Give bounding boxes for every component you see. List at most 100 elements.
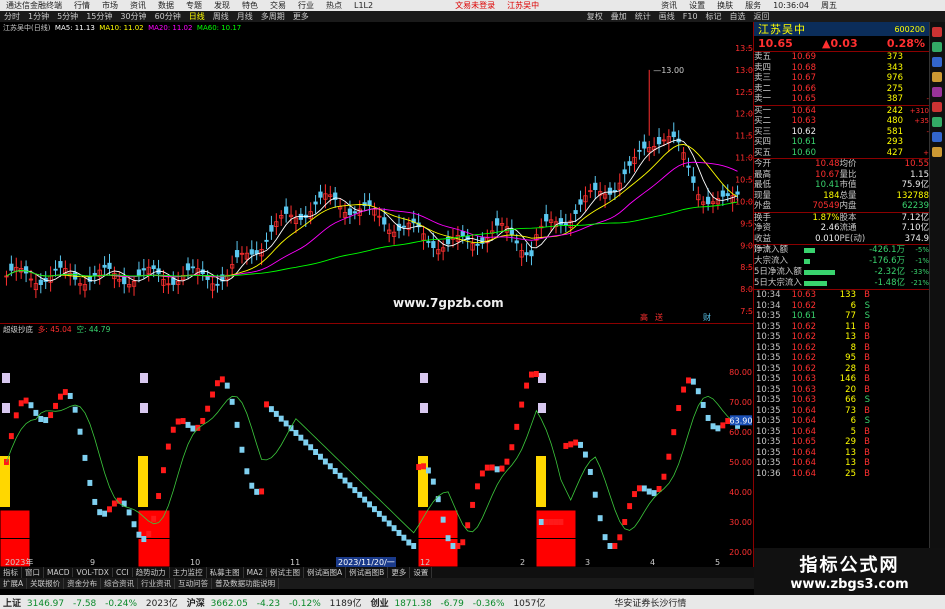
tool-icon[interactable] bbox=[932, 147, 942, 157]
menu-discover[interactable]: 发现 bbox=[208, 0, 236, 11]
ask-row[interactable]: 卖四 10.68 343 bbox=[754, 63, 929, 74]
tool-icon[interactable] bbox=[932, 117, 942, 127]
bid-row[interactable]: 买五 10.60 427 + bbox=[754, 148, 929, 159]
menu-hot[interactable]: 热点 bbox=[320, 0, 348, 11]
menu-features[interactable]: 特色 bbox=[236, 0, 264, 11]
btn-mark[interactable]: 标记 bbox=[702, 11, 726, 22]
index-quote[interactable]: 上证 3146.97 -7.58 -0.24% 2023亿 bbox=[0, 596, 184, 609]
info-tab[interactable]: 扩展A bbox=[0, 578, 28, 589]
index-quote[interactable]: 创业 1871.38 -6.79 -0.36% 1057亿 bbox=[368, 596, 552, 609]
menu-settings[interactable]: 设置 bbox=[683, 0, 711, 11]
menu-skin[interactable]: 换肤 bbox=[711, 0, 739, 11]
tool-icon[interactable] bbox=[932, 27, 942, 37]
tick-row: 10:35 10.64 6 S bbox=[754, 416, 929, 427]
index-quote[interactable]: 沪深 3662.05 -4.23 -0.12% 1189亿 bbox=[184, 596, 368, 609]
tool-icon[interactable] bbox=[932, 42, 942, 52]
indicator-tab[interactable]: 趋势动力 bbox=[133, 567, 170, 578]
indicator-tick: 40.00 bbox=[729, 488, 752, 497]
btn-draw[interactable]: 画线 bbox=[655, 11, 679, 22]
indicator-tab[interactable]: 指标 bbox=[0, 567, 22, 578]
osc-step bbox=[244, 468, 250, 475]
bid-row[interactable]: 买四 10.61 293 bbox=[754, 137, 929, 148]
info-tab[interactable]: 综合资讯 bbox=[101, 578, 139, 589]
info-tab[interactable]: 普及数据功能说明 bbox=[212, 578, 280, 589]
menu-topics[interactable]: 专题 bbox=[180, 0, 208, 11]
indicator-name[interactable]: 超级抄底 bbox=[3, 325, 33, 334]
tab-60min[interactable]: 60分钟 bbox=[151, 11, 185, 22]
osc-step bbox=[180, 418, 186, 425]
tick-row: 10:35 10.62 11 B bbox=[754, 322, 929, 333]
btn-fuquan[interactable]: 复权 bbox=[583, 11, 607, 22]
tab-5min[interactable]: 5分钟 bbox=[53, 11, 82, 22]
btn-overlay[interactable]: 叠加 bbox=[607, 11, 631, 22]
indicator-tab[interactable]: CCI bbox=[113, 568, 133, 577]
candle-body bbox=[401, 225, 407, 228]
menu-data[interactable]: 数据 bbox=[152, 0, 180, 11]
menu-industry[interactable]: 行业 bbox=[292, 0, 320, 11]
btn-stats[interactable]: 统计 bbox=[631, 11, 655, 22]
tick-list[interactable]: 10:34 10.63 133 B 10:34 10.62 6 S 10:35 10.61 77 S 1… bbox=[754, 289, 929, 479]
menu-news-right[interactable]: 资讯 bbox=[655, 0, 683, 11]
indicator-tab[interactable]: 例试画图B bbox=[346, 567, 389, 578]
indicator-tab[interactable]: MA2 bbox=[244, 568, 268, 577]
indicator-tab[interactable]: VOL-TDX bbox=[73, 568, 113, 577]
candle-body bbox=[705, 196, 711, 205]
bid-row[interactable]: 买一 10.64 242 +310 bbox=[754, 106, 929, 117]
indicator-marker-label: 63.90 bbox=[730, 416, 753, 425]
osc-step bbox=[681, 386, 687, 393]
ask-row[interactable]: 卖五 10.69 373 bbox=[754, 52, 929, 63]
tab-weekly[interactable]: 周线 bbox=[209, 11, 233, 22]
info-tab[interactable]: 关联报价 bbox=[27, 578, 65, 589]
indicator-tab[interactable]: MACD bbox=[44, 568, 74, 577]
menu-news[interactable]: 资讯 bbox=[124, 0, 152, 11]
menu-quotes[interactable]: 行情 bbox=[68, 0, 96, 11]
date-label: 4 bbox=[650, 558, 655, 567]
bid-row[interactable]: 买二 10.63 480 +35 bbox=[754, 116, 929, 127]
kline-chart[interactable]: —13.00高送财 13.5013.0012.5012.0011.5011.00… bbox=[0, 22, 754, 567]
tab-daily[interactable]: 日线 bbox=[185, 11, 209, 22]
menu-l1l2[interactable]: L1L2 bbox=[348, 1, 379, 10]
trade-login-status[interactable]: 文易未登录 bbox=[449, 0, 501, 11]
last-price: 10.65 bbox=[758, 37, 793, 50]
indicator-tab[interactable]: 设置 bbox=[410, 567, 433, 578]
indicator-tab[interactable]: 主力监控 bbox=[170, 567, 207, 578]
indicator-tab[interactable]: 例试画图A bbox=[304, 567, 347, 578]
info-tab[interactable]: 互动问答 bbox=[175, 578, 213, 589]
ask-row[interactable]: 卖一 10.65 387- bbox=[754, 94, 929, 105]
indicator-tab[interactable]: 窗口 bbox=[22, 567, 44, 578]
menu-service[interactable]: 服务 bbox=[739, 0, 767, 11]
osc-step bbox=[632, 491, 637, 498]
tool-icon[interactable] bbox=[932, 132, 942, 142]
tool-icon[interactable] bbox=[932, 57, 942, 67]
tool-icon[interactable] bbox=[932, 72, 942, 82]
tick-extra bbox=[870, 290, 886, 301]
tool-icon[interactable] bbox=[932, 87, 942, 97]
btn-favorite[interactable]: 自选 bbox=[726, 11, 750, 22]
tab-fenshi[interactable]: 分时 bbox=[0, 11, 24, 22]
tab-1min[interactable]: 1分钟 bbox=[24, 11, 53, 22]
menu-trade[interactable]: 交易 bbox=[264, 0, 292, 11]
info-tab[interactable]: 行业资讯 bbox=[138, 578, 176, 589]
indicator-tab[interactable]: 私募主图 bbox=[207, 567, 244, 578]
ask-row[interactable]: 卖二 10.66 275 bbox=[754, 84, 929, 95]
signal-square bbox=[2, 373, 10, 383]
tab-multi[interactable]: 多周期 bbox=[257, 11, 289, 22]
tab-30min[interactable]: 30分钟 bbox=[116, 11, 150, 22]
ask-row[interactable]: 卖三 10.67 976 bbox=[754, 73, 929, 84]
tab-monthly[interactable]: 月线 bbox=[233, 11, 257, 22]
event-marker[interactable]: 财 bbox=[703, 312, 711, 322]
bid-row[interactable]: 买三 10.62 581- bbox=[754, 127, 929, 138]
tab-more[interactable]: 更多 bbox=[289, 11, 313, 22]
event-marker[interactable]: 送 bbox=[655, 312, 663, 322]
info-tab[interactable]: 资金分布 bbox=[64, 578, 102, 589]
osc-step bbox=[686, 377, 691, 384]
indicator-tab[interactable]: 例试主图 bbox=[267, 567, 305, 578]
menu-market[interactable]: 市场 bbox=[96, 0, 124, 11]
btn-f10[interactable]: F10 bbox=[679, 12, 702, 21]
osc-step bbox=[254, 488, 260, 495]
indicator-tab[interactable]: 更多 bbox=[388, 567, 411, 578]
event-marker[interactable]: 高 bbox=[640, 312, 648, 322]
tick-price: 10.62 bbox=[791, 300, 816, 311]
tool-icon[interactable] bbox=[932, 102, 942, 112]
tab-15min[interactable]: 15分钟 bbox=[82, 11, 116, 22]
